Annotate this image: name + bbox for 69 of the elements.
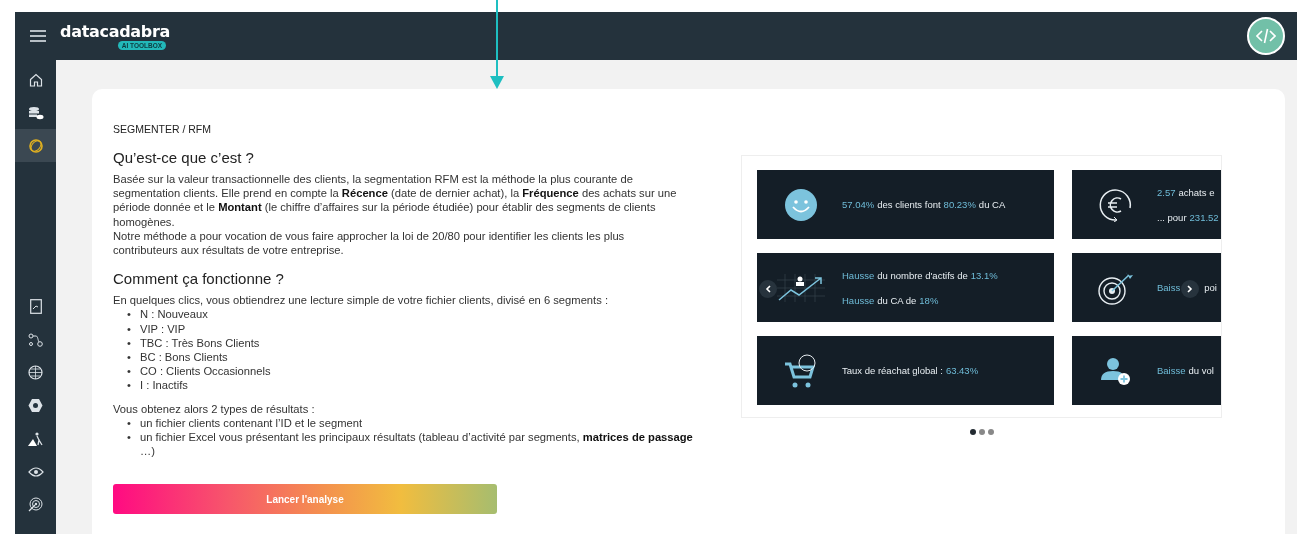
list-item: N : Nouveaux xyxy=(140,307,209,322)
stat-text: du CA de xyxy=(877,294,917,306)
paragraph: Basée sur la valeur transactionnelle des clients, la segmentation RFM est la méthode la plus courante de segmentation clients. Elle prend en compte la Récence (date de dernier achat), la Fréquence des achats sur une période donnée et le Montant (le chiffre d’affaires sur la période étudiée) pour établir des segments de clients homogènes. xyxy=(113,172,678,229)
chevron-right-icon xyxy=(1187,285,1193,293)
list-item: VIP : VIP xyxy=(140,321,187,336)
stat-text: Taux de réachat global : xyxy=(842,365,943,376)
euro-cycle-icon xyxy=(1098,187,1133,222)
chevron-left-icon xyxy=(765,285,771,293)
stat-text: du nombre d'actifs de xyxy=(877,269,968,281)
stat-text: du vol xyxy=(1188,365,1214,376)
carousel-dot[interactable] xyxy=(978,429,985,435)
stat-text: du CA xyxy=(978,199,1006,210)
user-add-icon xyxy=(1100,355,1131,386)
section-heading: Qu’est-ce que c’est ? xyxy=(113,149,255,167)
stat-text: 57.04% xyxy=(842,199,875,210)
logo-text: datacadabra xyxy=(60,22,171,41)
paragraph: Notre méthode a pour vocation de vous faire approcher la loi de 20/80 pour identifier les clients les plus contributeurs aux résultats de votre entreprise. xyxy=(113,228,626,258)
stat-text: poi xyxy=(1204,282,1217,293)
breadcrumb: SEGMENTER / RFM xyxy=(113,123,212,135)
target-icon xyxy=(28,497,43,512)
bullet: • xyxy=(127,378,132,393)
list-item: CO : Clients Occasionnels xyxy=(140,364,272,379)
bullet: • xyxy=(127,415,132,431)
mountain-icon xyxy=(28,431,43,446)
list-item: un fichier Excel vous présentant les principaux résultats (tableau d’activité par segments, matrices de passage …) xyxy=(140,430,694,459)
stat-text: ... pour xyxy=(1157,211,1187,223)
bullet: • xyxy=(127,350,132,365)
paragraph: En quelques clics, vous obtiendrez une lecture simple de votre fichier clients, divisé en 6 segments : xyxy=(113,293,609,308)
stat-text: des clients font xyxy=(877,199,941,210)
route-icon xyxy=(27,332,44,347)
carousel-dot[interactable] xyxy=(987,429,994,435)
document-icon xyxy=(29,299,42,314)
home-icon xyxy=(28,72,43,87)
bullet: • xyxy=(127,364,132,379)
bullet: • xyxy=(127,321,132,336)
paragraph: Vous obtenez alors 2 types de résultats : xyxy=(113,401,316,416)
hexagon-icon xyxy=(28,398,43,413)
stat-text: Hausse xyxy=(842,294,875,306)
section-heading: Comment ça fonctionne ? xyxy=(113,270,285,289)
stat-text: Baisse xyxy=(1157,365,1186,376)
list-item: un fichier clients contenant l’ID et le segment xyxy=(140,415,363,431)
globe-icon xyxy=(28,365,43,380)
database-cloud-icon xyxy=(27,105,44,120)
list-item: TBC : Très Bons Clients xyxy=(140,335,261,351)
stat-text: 231.52 xyxy=(1189,211,1219,223)
stat-text: 18% xyxy=(919,294,939,306)
smiley-icon xyxy=(783,187,818,222)
list-item: I : Inactifs xyxy=(140,378,189,393)
carousel-dot[interactable] xyxy=(969,429,976,435)
stat-text: 80.23% xyxy=(943,199,976,210)
growth-chart-icon xyxy=(776,273,825,302)
bullet: • xyxy=(127,430,132,446)
sidebar-item[interactable] xyxy=(15,129,56,162)
stat-text: 13.1% xyxy=(970,269,998,281)
bullet: • xyxy=(127,335,132,351)
bullet: • xyxy=(127,307,132,322)
code-avatar[interactable] xyxy=(1247,17,1285,55)
stat-text: Hausse xyxy=(842,269,875,281)
stat-text: achats e xyxy=(1178,186,1215,198)
eye-icon xyxy=(27,466,44,477)
stat-text: Baiss xyxy=(1157,282,1181,293)
menu-icon[interactable] xyxy=(30,30,46,42)
launch-button[interactable]: Lancer l'analyse xyxy=(113,484,497,515)
stat-text: 2.57 xyxy=(1157,186,1176,198)
stat-text: 63.43% xyxy=(945,365,979,376)
list-item: BC : Bons Clients xyxy=(140,350,229,365)
code-icon xyxy=(1256,28,1276,44)
cart-icon xyxy=(783,352,818,389)
ring-icon xyxy=(27,137,44,154)
